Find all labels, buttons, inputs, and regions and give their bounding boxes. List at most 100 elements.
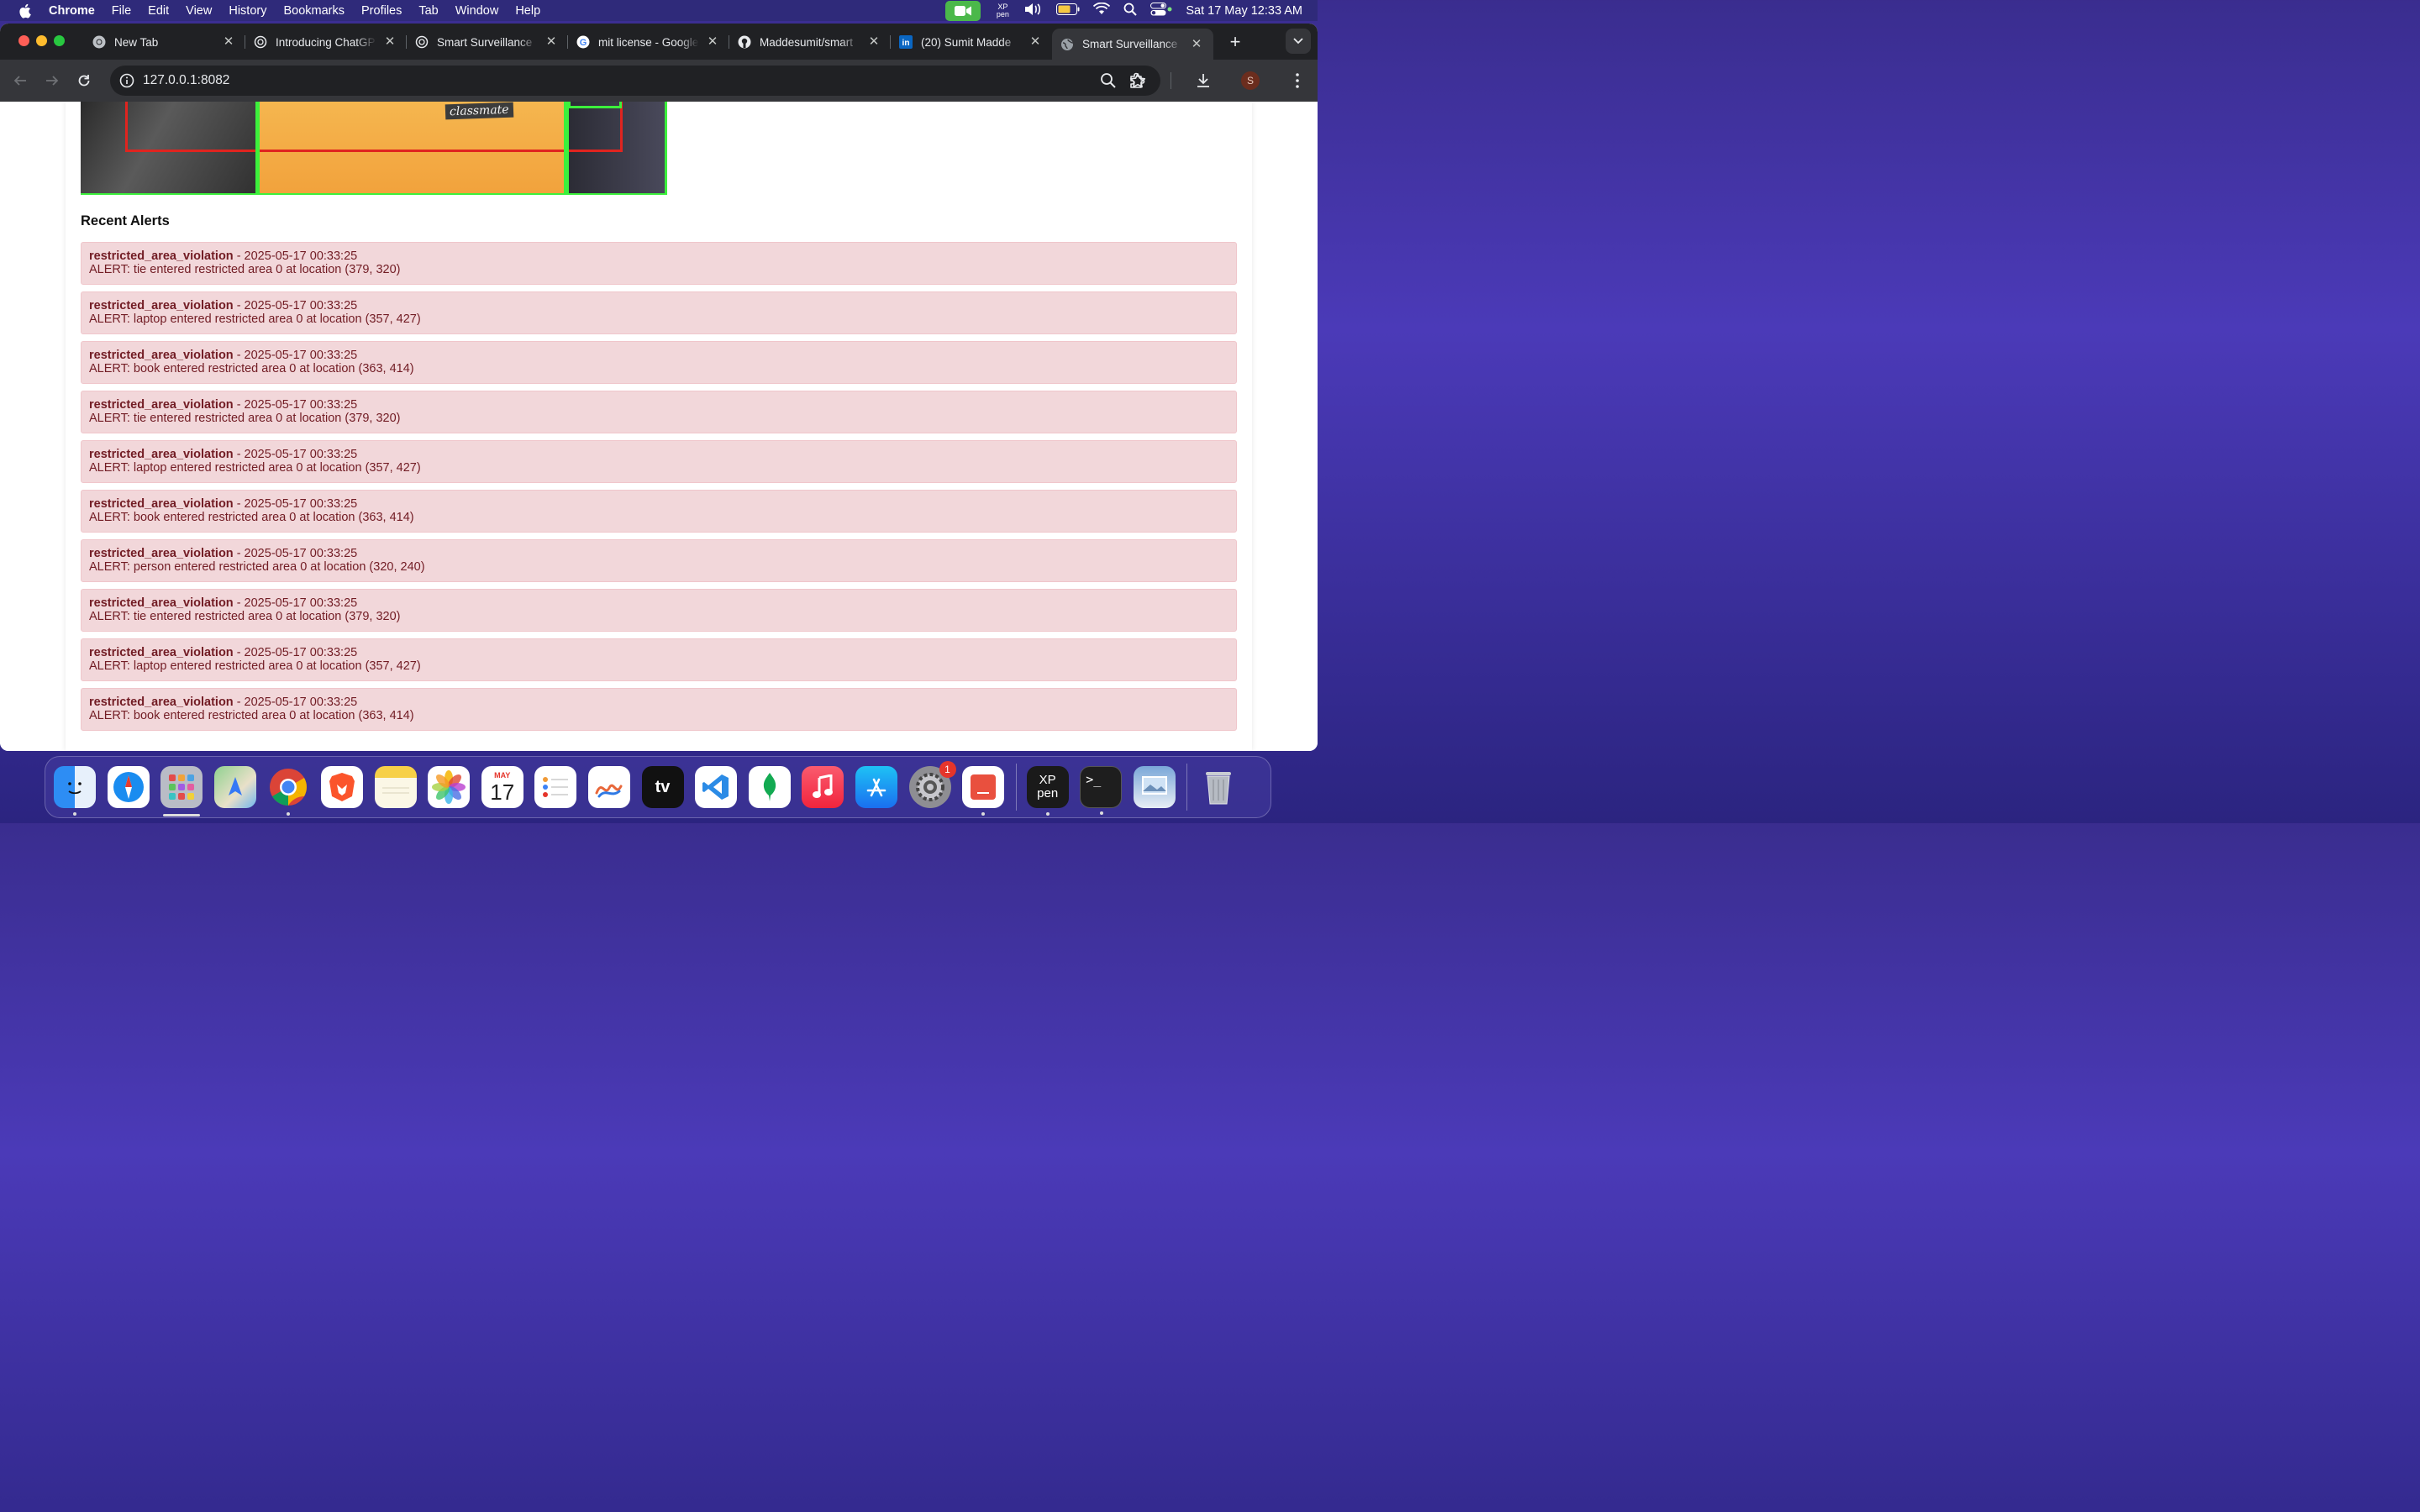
notes-icon[interactable]: [374, 766, 417, 808]
tab-smart-surveillance-active[interactable]: Smart Surveillance ✕: [1052, 29, 1213, 60]
volume-icon[interactable]: [1024, 3, 1043, 19]
alert-timestamp: - 2025-05-17 00:33:25: [233, 398, 358, 412]
battery-icon[interactable]: [1056, 3, 1080, 18]
calendar-month: MAY: [494, 771, 511, 780]
site-info-icon[interactable]: [118, 72, 135, 89]
alert-message: ALERT: tie entered restricted area 0 at …: [89, 610, 401, 623]
tab-new-tab[interactable]: New Tab ✕: [84, 29, 245, 55]
finder-icon[interactable]: [54, 766, 96, 816]
alert-message: ALERT: laptop entered restricted area 0 …: [89, 659, 421, 673]
tab-introducing-chatgpt[interactable]: Introducing ChatGPT ✕: [245, 29, 407, 55]
menu-bookmarks[interactable]: Bookmarks: [283, 4, 345, 18]
new-tab-button[interactable]: +: [1220, 29, 1250, 55]
menu-file[interactable]: File: [112, 4, 131, 18]
forward-button[interactable]: [39, 67, 66, 94]
menubar-clock[interactable]: Sat 17 May 12:33 AM: [1186, 4, 1302, 18]
avatar: S: [1241, 71, 1260, 90]
wifi-icon[interactable]: [1093, 2, 1111, 18]
brave-icon[interactable]: [320, 766, 363, 808]
close-tab-icon[interactable]: ✕: [867, 35, 881, 49]
alert-message: ALERT: book entered restricted area 0 at…: [89, 362, 414, 375]
launchpad-icon[interactable]: [160, 766, 203, 816]
close-tab-icon[interactable]: ✕: [222, 35, 235, 49]
menu-view[interactable]: View: [186, 4, 212, 18]
reload-button[interactable]: [71, 67, 97, 94]
terminal-icon[interactable]: >_: [1080, 766, 1123, 815]
safari-icon[interactable]: [107, 766, 150, 808]
menu-tab[interactable]: Tab: [418, 4, 438, 18]
menu-bar: Chrome File Edit View History Bookmarks …: [0, 0, 1318, 21]
alert-type: restricted_area_violation: [89, 249, 234, 263]
close-tab-icon[interactable]: ✕: [383, 35, 397, 49]
photos-icon[interactable]: [428, 766, 471, 808]
control-center-icon[interactable]: [1150, 2, 1172, 19]
alert-message: ALERT: laptop entered restricted area 0 …: [89, 312, 421, 326]
page-viewport[interactable]: classmate Recent Alerts restricted_area_…: [0, 102, 1318, 751]
alert-item: restricted_area_violation - 2025-05-17 0…: [81, 490, 1237, 533]
close-tab-icon[interactable]: ✕: [706, 35, 719, 49]
dock-separator: [1186, 764, 1188, 811]
trash-icon[interactable]: [1197, 766, 1239, 808]
mongodb-icon[interactable]: [748, 766, 791, 808]
vscode-icon[interactable]: [695, 766, 738, 808]
menu-window[interactable]: Window: [455, 4, 499, 18]
close-window-button[interactable]: [18, 35, 29, 46]
xppen-status-icon[interactable]: XP pen: [994, 3, 1011, 18]
camera-in-use-icon[interactable]: [945, 0, 981, 21]
tab-title: Maddesumit/smart: [760, 35, 854, 49]
system-settings-icon[interactable]: 1: [908, 761, 956, 808]
alert-message: ALERT: person entered restricted area 0 …: [89, 560, 425, 574]
recent-alerts-heading: Recent Alerts: [81, 213, 170, 228]
alert-message: ALERT: book entered restricted area 0 at…: [89, 511, 414, 524]
back-button[interactable]: [7, 67, 34, 94]
xppen-icon[interactable]: XP pen: [1026, 766, 1069, 816]
spotlight-search-icon[interactable]: [1123, 3, 1138, 19]
appstore-icon[interactable]: [855, 766, 897, 808]
app-icon[interactable]: [962, 766, 1005, 816]
svg-text:G: G: [580, 38, 587, 48]
browser-window: New Tab ✕ Introducing ChatGPT ✕ Smart Su…: [0, 24, 1318, 751]
close-tab-icon[interactable]: ✕: [544, 35, 558, 49]
alert-type: restricted_area_violation: [89, 596, 234, 610]
tab-linkedin[interactable]: in (20) Sumit Madde ✕: [891, 29, 1052, 55]
more-menu-icon[interactable]: [1284, 67, 1311, 94]
running-indicator: [287, 812, 291, 816]
zoom-window-button[interactable]: [54, 35, 65, 46]
calendar-icon[interactable]: MAY 17: [481, 766, 523, 808]
profile-avatar[interactable]: S: [1237, 67, 1264, 94]
globe-icon: [1060, 38, 1074, 51]
url-text[interactable]: 127.0.0.1:8082: [143, 73, 229, 88]
address-bar[interactable]: 127.0.0.1:8082: [110, 66, 1160, 96]
tab-search-button[interactable]: [1286, 29, 1311, 54]
menu-edit[interactable]: Edit: [148, 4, 169, 18]
menu-app-name[interactable]: Chrome: [49, 4, 95, 18]
tab-mit-license-google[interactable]: G mit license - Google ✕: [568, 29, 729, 55]
alert-type: restricted_area_violation: [89, 349, 234, 362]
alert-timestamp: - 2025-05-17 00:33:25: [233, 696, 358, 709]
close-tab-icon[interactable]: ✕: [1190, 37, 1203, 51]
reminders-icon[interactable]: [534, 766, 577, 808]
alert-type: restricted_area_violation: [89, 646, 234, 659]
music-icon[interactable]: [802, 766, 844, 808]
apple-icon[interactable]: [17, 3, 32, 18]
preview-icon[interactable]: [1133, 766, 1176, 808]
downloads-icon[interactable]: [1190, 67, 1217, 94]
appletv-icon[interactable]: tv: [641, 766, 684, 808]
alert-item: restricted_area_violation - 2025-05-17 0…: [81, 688, 1237, 731]
close-tab-icon[interactable]: ✕: [1028, 35, 1042, 49]
freeform-icon[interactable]: [587, 766, 630, 808]
tab-smart-surveillance-chatgpt[interactable]: Smart Surveillance ✕: [407, 29, 568, 55]
menu-history[interactable]: History: [229, 4, 266, 18]
extensions-icon[interactable]: [1123, 67, 1150, 94]
tabs-list: New Tab ✕ Introducing ChatGPT ✕ Smart Su…: [84, 29, 1250, 60]
maps-icon[interactable]: [213, 766, 256, 808]
zoom-icon[interactable]: [1100, 72, 1117, 93]
menu-help[interactable]: Help: [515, 4, 540, 18]
menu-profiles[interactable]: Profiles: [361, 4, 402, 18]
running-indicator: [1100, 811, 1104, 815]
tab-github-repo[interactable]: Maddesumit/smart ✕: [729, 29, 891, 55]
chrome-icon[interactable]: [267, 766, 309, 816]
alert-item: restricted_area_violation - 2025-05-17 0…: [81, 440, 1237, 483]
minimize-window-button[interactable]: [36, 35, 47, 46]
tab-title: Smart Surveillance: [437, 35, 533, 49]
